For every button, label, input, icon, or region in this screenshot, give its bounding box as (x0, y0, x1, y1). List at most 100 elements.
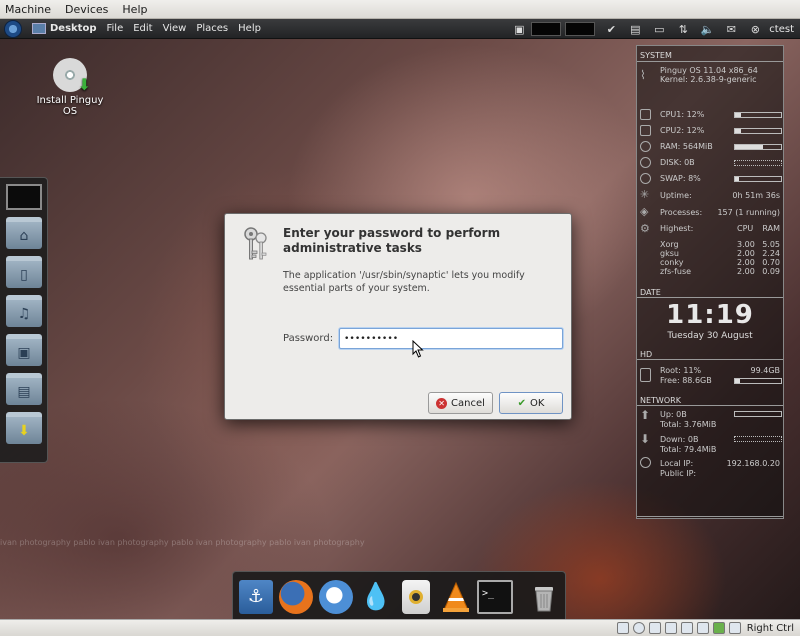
proc-ram: 5.05 (762, 240, 780, 249)
terminal-icon[interactable]: >_ (477, 580, 513, 614)
conky-processes-label: Processes: (660, 208, 703, 217)
shield-check-icon[interactable]: ✔ (604, 22, 618, 36)
thunderbird-icon[interactable] (319, 580, 353, 614)
cancel-button[interactable]: ✕ Cancel (428, 392, 493, 414)
cpu1-bar (734, 112, 782, 118)
conky-date: Tuesday 30 August (667, 331, 753, 341)
pictures-folder-icon[interactable]: ▣ (6, 334, 42, 366)
speaker-app-icon[interactable] (402, 580, 430, 614)
usb-icon[interactable] (648, 622, 661, 634)
disk-icon (640, 157, 651, 168)
volume-icon[interactable]: 🔈 (700, 22, 714, 36)
anchor-icon[interactable]: ⚓ (239, 580, 273, 614)
virtualization-icon[interactable] (712, 622, 725, 634)
conky-cpu2: CPU2: 12% (660, 126, 705, 135)
display-icon[interactable]: ▭ (652, 22, 666, 36)
up-bar (734, 411, 782, 417)
display-icon[interactable] (696, 622, 709, 634)
droplet-icon[interactable]: 💧 (359, 580, 393, 614)
conky-clock: 11:19 (666, 300, 754, 330)
cpu1-icon (640, 109, 651, 120)
keys-icon (244, 227, 267, 260)
ram-bar (734, 144, 782, 150)
conky-root-size: 99.4GB (750, 366, 781, 375)
panel-username[interactable]: ctest (769, 24, 794, 35)
keyboard-icon[interactable]: ▣ (512, 22, 526, 36)
videos-folder-icon[interactable]: ▤ (6, 373, 42, 405)
cpu2-bar (734, 128, 782, 134)
shared-folders-icon[interactable] (680, 622, 693, 634)
conky-swap: SWAP: 8% (660, 174, 701, 183)
conky-date-header: DATE (640, 288, 661, 297)
conky-network-header: NETWORK (640, 396, 681, 405)
network-adapter-icon[interactable] (664, 622, 677, 634)
password-label: Password: (283, 333, 334, 344)
optical-drive-icon[interactable] (632, 622, 645, 634)
desktop-icon-install[interactable]: Install Pinguy OS (28, 58, 112, 117)
desktop-icon (32, 23, 46, 34)
panel-desktop-label[interactable]: Desktop (50, 23, 97, 34)
downloads-folder-icon[interactable]: ⬇ (6, 412, 42, 444)
conky-local-ip: 192.168.0.20 (726, 459, 780, 468)
download-arrow-icon: ⬇ (640, 432, 651, 446)
desktop-icon-label: Install Pinguy OS (36, 95, 104, 117)
vbox-status-bar: Right Ctrl (0, 619, 800, 636)
network-icon[interactable]: ⇅ (676, 22, 690, 36)
ram-icon (640, 141, 651, 152)
conky-free: Free: 88.6GB (660, 376, 712, 385)
user-icon[interactable]: ⊗ (748, 22, 762, 36)
net-graph[interactable] (565, 22, 596, 36)
conky-system-header: SYSTEM (640, 51, 672, 60)
firefox-icon[interactable] (279, 580, 313, 614)
conky-down: Down: 0B (660, 435, 699, 444)
cancel-icon: ✕ (436, 397, 448, 409)
cpu-graph[interactable] (531, 22, 562, 36)
conky-cpu1: CPU1: 12% (660, 110, 705, 119)
conky-monitor: SYSTEM ⌇ Pinguy OS 11.04 x86_64 Kernel: … (636, 45, 784, 519)
menu-help[interactable]: Help (122, 3, 147, 16)
conky-hd-header: HD (640, 350, 653, 359)
proc-name: Xorg (660, 240, 679, 249)
host-menu-bar: Machine Devices Help (0, 0, 800, 19)
host-key-label: Right Ctrl (746, 622, 794, 634)
ok-button-label: OK (529, 397, 545, 409)
mouse-cursor-icon (412, 340, 424, 358)
computer-icon[interactable] (6, 184, 42, 210)
checkmark-icon: ✔ (517, 397, 526, 409)
pulse-icon: ⌇ (640, 68, 646, 82)
home-folder-icon[interactable]: ⌂ (6, 217, 42, 249)
conky-public-ip-label: Public IP: (660, 469, 697, 478)
proc-ram: 2.24 (762, 249, 780, 258)
conky-local-ip-label: Local IP: (660, 459, 694, 468)
conky-ram-col: RAM (762, 224, 780, 233)
harddrive-icon (640, 368, 651, 382)
conky-os: Pinguy OS 11.04 x86_64 (660, 66, 758, 75)
documents-folder-icon[interactable]: ▯ (6, 256, 42, 288)
cd-install-icon (53, 58, 91, 94)
panel-menu-places[interactable]: Places (196, 23, 228, 34)
music-folder-icon[interactable]: ♫ (6, 295, 42, 327)
conky-up: Up: 0B (660, 410, 687, 419)
proc-cpu: 2.00 (737, 249, 755, 258)
pinguy-logo-icon[interactable] (4, 19, 22, 38)
panel-menu-edit[interactable]: Edit (133, 23, 152, 34)
bottom-dock: ⚓ 💧 >_ (232, 571, 566, 619)
trash-icon[interactable] (527, 580, 561, 614)
panel-menu-view[interactable]: View (163, 23, 187, 34)
clipboard-icon[interactable]: ▤ (628, 22, 642, 36)
ok-button[interactable]: ✔ OK (499, 392, 563, 414)
panel-menu-file[interactable]: File (107, 23, 124, 34)
proc-ram: 0.70 (762, 258, 780, 267)
panel-menu-help[interactable]: Help (238, 23, 261, 34)
hard-disk-icon[interactable] (616, 622, 629, 634)
mail-icon[interactable]: ✉ (724, 22, 738, 36)
swap-icon (640, 173, 651, 184)
left-dock: ⌂ ▯ ♫ ▣ ▤ ⬇ (0, 177, 48, 463)
conky-highest-label: Highest: (660, 224, 694, 233)
vlc-icon[interactable] (439, 580, 473, 614)
menu-devices[interactable]: Devices (65, 3, 108, 16)
menu-machine[interactable]: Machine (5, 3, 51, 16)
password-input[interactable] (339, 328, 563, 349)
mouse-integration-icon[interactable] (728, 622, 741, 634)
dialog-title: Enter your password to perform administr… (283, 226, 501, 255)
